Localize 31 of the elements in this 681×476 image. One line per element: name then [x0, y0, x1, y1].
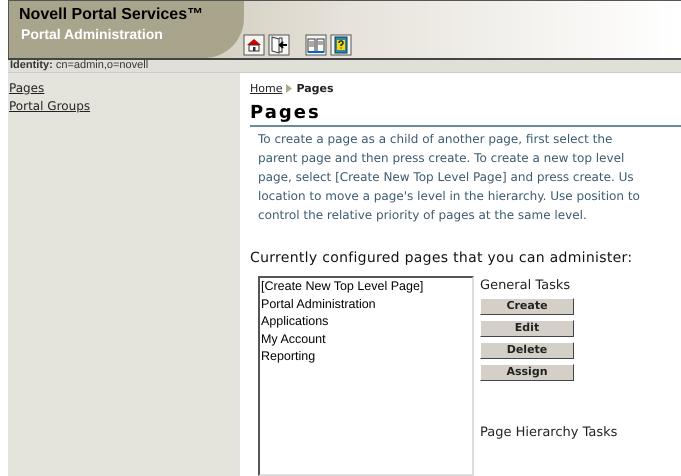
- breadcrumb-current: Pages: [296, 80, 334, 96]
- description-text: control the relative priority of pages at the same level.: [258, 207, 588, 224]
- breadcrumb-link[interactable]: Home: [250, 80, 282, 97]
- door-arrow-button[interactable]: [268, 34, 290, 56]
- pages-listbox[interactable]: [Create New Top Level Page] Portal Administration Applications My Account Reporting: [258, 276, 474, 476]
- header-subtitle: Portal Administration: [20, 25, 164, 43]
- breadcrumb-arrow-icon: [286, 84, 292, 94]
- section-heading: General Tasks: [480, 277, 572, 295]
- book-button[interactable]: [305, 34, 327, 56]
- list-heading: Currently configured pages that you can administer:: [250, 249, 634, 268]
- list-option[interactable]: My Account: [261, 330, 472, 348]
- description-text: location to move a page's level in the hierarchy. Use position to: [258, 188, 641, 205]
- task-button[interactable]: Delete: [480, 342, 574, 358]
- sidebar-link[interactable]: Pages: [9, 80, 44, 96]
- description-text: page, select [Create New Top Level Page] and press create. Us: [258, 169, 635, 186]
- list-option[interactable]: [Create New Top Level Page]: [261, 278, 472, 296]
- task-button[interactable]: Create: [480, 298, 574, 314]
- list-option[interactable]: Portal Administration: [261, 296, 472, 313]
- list-option[interactable]: Reporting: [261, 348, 472, 366]
- help-book-button[interactable]: [330, 34, 352, 56]
- page-title: Pages: [250, 101, 681, 127]
- product-name: Novell Portal Services™: [19, 5, 204, 25]
- description-text: To create a page as a child of another page, first select the: [258, 131, 614, 148]
- sidebar-link[interactable]: Portal Groups: [9, 98, 90, 114]
- list-option[interactable]: Applications: [261, 313, 472, 330]
- description-text: parent page and then press create. To create a new top level: [258, 150, 626, 167]
- task-button[interactable]: Assign: [480, 364, 574, 380]
- identity-text: Identity: cn=admin,o=novell: [10, 58, 148, 74]
- home-button[interactable]: [243, 34, 265, 56]
- section-heading: Page Hierarchy Tasks: [480, 424, 618, 442]
- task-button[interactable]: Edit: [480, 320, 574, 336]
